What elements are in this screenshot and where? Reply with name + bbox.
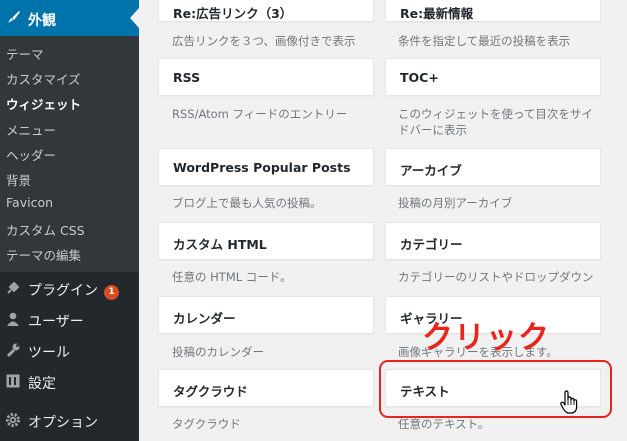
widget-title: TOC+ <box>400 70 439 85</box>
widget-title: カスタム HTML <box>173 237 267 252</box>
paintbrush-icon <box>8 11 20 23</box>
widget-title: RSS <box>173 70 201 85</box>
appearance-submenu: テーマ カスタマイズ ウィジェット メニュー ヘッダー 背景 Favicon カ… <box>0 36 139 272</box>
click-annotation: クリック <box>422 320 550 356</box>
widget-description: このウィジェットを使って目次をサイドバーに表示 <box>398 107 593 137</box>
widget-title: Re:広告リンク（3） <box>173 6 293 21</box>
submenu-custom-css[interactable]: カスタム CSS <box>6 220 85 239</box>
widget-categories[interactable]: カテゴリー <box>385 222 601 260</box>
menu-options-label: オプション <box>28 415 98 431</box>
widget-toc-plus[interactable]: TOC+ <box>385 58 601 96</box>
menu-appearance[interactable]: 外観 <box>0 0 139 36</box>
submenu-favicon[interactable]: Favicon <box>6 195 53 210</box>
widget-custom-html[interactable]: カスタム HTML <box>158 222 374 260</box>
widget-description: タグクラウド <box>172 417 241 431</box>
plugin-icon <box>7 281 20 294</box>
current-menu-arrow <box>130 8 139 28</box>
widget-title: WordPress Popular Posts <box>173 160 351 175</box>
widget-description: 投稿のカレンダー <box>172 345 264 359</box>
submenu-customize[interactable]: カスタマイズ <box>6 69 81 88</box>
widget-description: RSS/Atom フィードのエントリー <box>172 107 348 121</box>
submenu-menus[interactable]: メニュー <box>6 120 56 139</box>
hand-cursor-icon <box>560 390 578 414</box>
widget-ad-links[interactable]: Re:広告リンク（3） <box>158 0 374 22</box>
widget-description: 任意の HTML コード。 <box>172 270 292 284</box>
submenu-themes[interactable]: テーマ <box>6 44 44 63</box>
settings-icon <box>6 374 20 388</box>
update-count-badge: 1 <box>104 285 119 300</box>
widget-title: アーカイブ <box>400 163 462 178</box>
menu-appearance-label: 外観 <box>28 13 56 29</box>
widget-title: カテゴリー <box>400 237 463 252</box>
widget-tag-cloud[interactable]: タグクラウド <box>158 369 374 407</box>
menu-users-label: ユーザー <box>28 314 84 330</box>
submenu-theme-editor[interactable]: テーマの編集 <box>6 245 81 264</box>
menu-plugins-label: プラグイン <box>28 283 98 299</box>
admin-sidebar: 外観 テーマ カスタマイズ ウィジェット メニュー ヘッダー 背景 Favico… <box>0 0 139 441</box>
submenu-header[interactable]: ヘッダー <box>6 145 56 164</box>
menu-settings-label: 設定 <box>28 376 56 392</box>
wrench-icon <box>6 343 20 358</box>
menu-tools[interactable]: ツール <box>0 336 139 364</box>
gear-icon <box>6 413 20 427</box>
user-icon <box>7 312 19 326</box>
widget-rss[interactable]: RSS <box>158 58 374 96</box>
widget-title: Re:最新情報 <box>400 6 474 21</box>
menu-users[interactable]: ユーザー <box>0 305 139 333</box>
widget-description: ブログ上で最も人気の投稿。 <box>172 196 322 210</box>
widget-description: 条件を指定して最近の投稿を表示 <box>398 34 571 48</box>
widget-popular-posts[interactable]: WordPress Popular Posts <box>158 148 374 186</box>
widget-title: カレンダー <box>173 311 236 326</box>
widget-description: カテゴリーのリストやドロップダウン <box>398 270 594 284</box>
widget-recent-info[interactable]: Re:最新情報 <box>385 0 601 22</box>
submenu-background[interactable]: 背景 <box>6 170 31 189</box>
widget-archives[interactable]: アーカイブ <box>385 148 601 186</box>
menu-plugins[interactable]: プラグイン 1 <box>0 274 139 302</box>
widget-description: 投稿の月別アーカイブ <box>398 196 513 210</box>
menu-options[interactable]: オプション <box>0 406 139 434</box>
widget-calendar[interactable]: カレンダー <box>158 296 374 334</box>
menu-tools-label: ツール <box>28 345 70 361</box>
widget-description: 広告リンクを３つ、画像付きで表示 <box>172 34 356 48</box>
menu-settings[interactable]: 設定 <box>0 367 139 395</box>
widget-title: タグクラウド <box>173 384 248 399</box>
submenu-widgets[interactable]: ウィジェット <box>6 94 81 113</box>
widget-description: 任意のテキスト。 <box>398 417 490 431</box>
